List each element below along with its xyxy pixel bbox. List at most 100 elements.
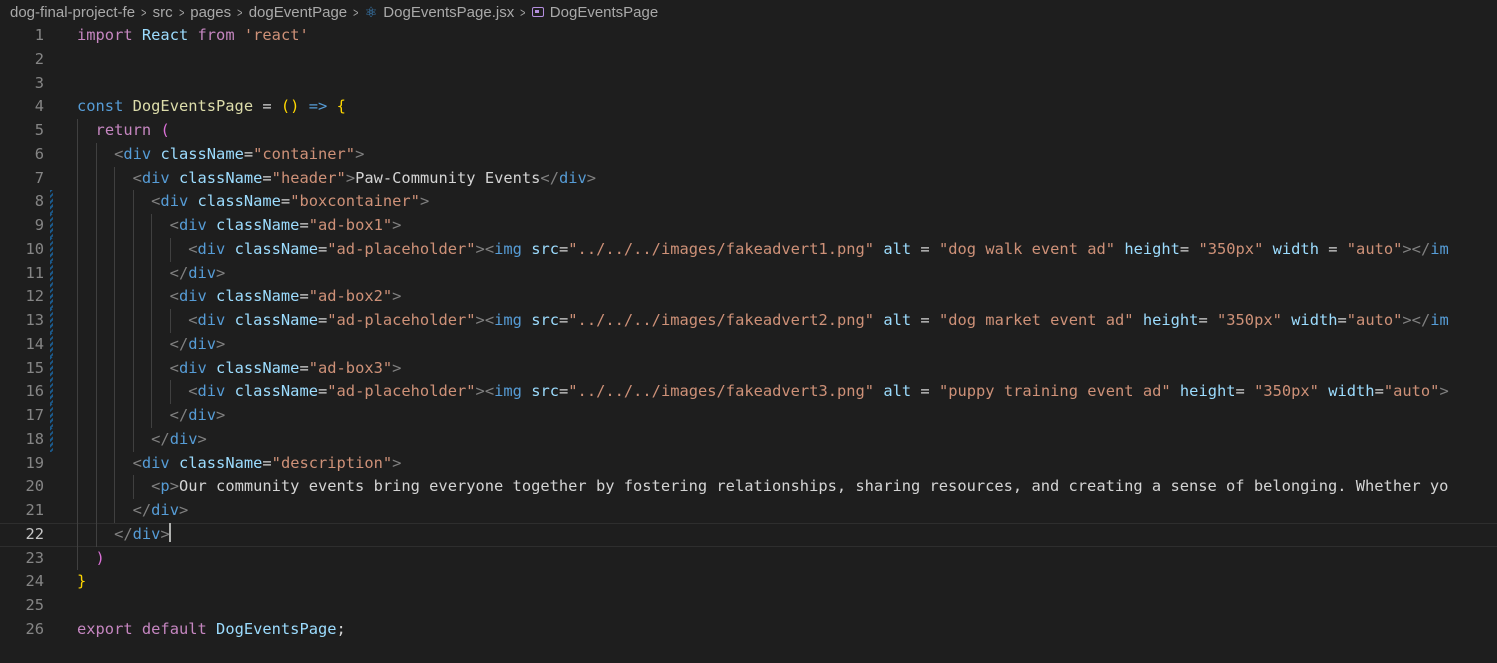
code-editor[interactable]: dog-final-project-fe > src > pages > dog…	[0, 0, 1497, 663]
git-modified-indicator[interactable]	[50, 380, 53, 404]
text-cursor	[168, 522, 171, 542]
code-line[interactable]: 1 import React from 'react'	[0, 24, 1497, 48]
code-text: </div>	[77, 404, 226, 428]
git-modified-indicator[interactable]	[50, 214, 53, 238]
code-line[interactable]: 25	[0, 594, 1497, 618]
code-token: </	[1411, 239, 1431, 258]
code-line[interactable]: 9 <div className="ad-box1">	[0, 214, 1497, 238]
code-token: div	[151, 501, 179, 519]
code-line[interactable]: 14 </div>	[0, 332, 1497, 357]
code-text: </div>	[77, 333, 226, 357]
code-line[interactable]: 17 </div>	[0, 404, 1497, 428]
code-text: export default DogEventsPage;	[77, 618, 346, 642]
code-line[interactable]: 13 <div className="ad-placeholder"><img …	[0, 309, 1497, 333]
code-line[interactable]: 7 <div className="header">Paw-Community …	[0, 166, 1497, 191]
git-modified-indicator[interactable]	[50, 309, 53, 333]
code-token: src	[531, 311, 559, 329]
code-token: DogEventsPage	[132, 97, 254, 116]
line-number: 24	[25, 572, 44, 591]
git-modified-indicator[interactable]	[50, 356, 53, 381]
code-line[interactable]: 4 const DogEventsPage = () => {	[0, 95, 1497, 119]
git-modified-indicator[interactable]	[50, 285, 53, 309]
symbol-variable-icon	[531, 7, 544, 17]
code-line[interactable]: 23 )	[0, 546, 1497, 571]
code-token: p	[160, 477, 170, 496]
line-number: 9	[34, 216, 44, 234]
code-token: ()	[280, 97, 300, 116]
code-line[interactable]: 21 </div>	[0, 499, 1497, 523]
code-line[interactable]: 19 <div className="description">	[0, 451, 1497, 476]
code-text: <div className="ad-placeholder"><img src…	[77, 380, 1449, 404]
code-token: =	[1198, 311, 1217, 329]
git-modified-indicator[interactable]	[50, 404, 53, 428]
code-line[interactable]: 2	[0, 48, 1497, 72]
breadcrumb-symbol[interactable]: DogEventsPage	[550, 4, 658, 21]
code-token: >	[216, 263, 226, 282]
code-token: "auto"	[1383, 382, 1440, 401]
code-line[interactable]: 26 export default DogEventsPage;	[0, 618, 1497, 642]
code-line[interactable]: 11 </div>	[0, 261, 1497, 286]
git-modified-indicator[interactable]	[50, 190, 53, 214]
breadcrumb: dog-final-project-fe > src > pages > dog…	[0, 0, 1497, 24]
code-text: <div className="boxcontainer">	[77, 190, 429, 214]
code-line[interactable]: 8 <div className="boxcontainer">	[0, 190, 1497, 214]
code-token: =	[317, 311, 328, 329]
code-token: className	[234, 382, 318, 401]
code-line[interactable]: 12 <div className="ad-box2">	[0, 285, 1497, 309]
breadcrumb-file[interactable]: DogEventsPage.jsx	[383, 4, 514, 21]
code-token: "ad-placeholder"	[327, 382, 476, 401]
code-token: "350px"	[1198, 239, 1264, 258]
line-number: 19	[25, 453, 44, 472]
breadcrumb-project[interactable]: dog-final-project-fe	[10, 4, 135, 21]
chevron-right-icon: >	[520, 4, 526, 20]
code-area[interactable]: 1 import React from 'react' 2 3 4 const DogEv…	[0, 24, 1497, 642]
code-token: className	[234, 239, 318, 258]
code-line[interactable]: 5 return (	[0, 119, 1497, 143]
code-token: >	[475, 239, 485, 258]
code-token: >	[355, 144, 365, 163]
code-line[interactable]: 6 <div className="container">	[0, 142, 1497, 167]
code-token: >	[475, 311, 485, 329]
code-line[interactable]: 3	[0, 72, 1497, 96]
code-token: im	[1430, 239, 1449, 258]
git-modified-indicator[interactable]	[50, 237, 53, 262]
code-token: div	[132, 524, 161, 543]
code-token: "../../../images/fakeadvert2.png"	[568, 311, 875, 329]
code-token: =	[317, 239, 328, 258]
code-line[interactable]: 16 <div className="ad-placeholder"><img …	[0, 380, 1497, 404]
code-line[interactable]: 10 <div className="ad-placeholder"><img …	[0, 237, 1497, 262]
line-number: 15	[25, 358, 44, 377]
breadcrumb-src[interactable]: src	[153, 4, 173, 21]
code-token: className	[160, 144, 244, 163]
git-modified-indicator[interactable]	[50, 427, 53, 452]
code-line[interactable]: 24}	[0, 570, 1497, 594]
code-text: <div className="container">	[77, 143, 364, 167]
code-token: >	[392, 453, 402, 472]
code-text: <div className="ad-box3">	[77, 357, 402, 381]
code-line[interactable]: 15 <div className="ad-box3">	[0, 356, 1497, 381]
code-text: <div className="header">Paw-Community Ev…	[77, 167, 596, 191]
code-line[interactable]: 20 <p>Our community events bring everyon…	[0, 475, 1497, 499]
breadcrumb-pages[interactable]: pages	[190, 4, 231, 21]
breadcrumb-folder[interactable]: dogEventPage	[249, 4, 347, 21]
code-token: >	[345, 168, 356, 187]
git-modified-indicator[interactable]	[50, 332, 53, 357]
line-number: 5	[34, 121, 44, 139]
code-token: height	[1124, 239, 1180, 258]
code-line[interactable]: 22 </div>	[0, 522, 1497, 547]
code-token: =	[1235, 382, 1255, 401]
code-line[interactable]: 18 </div>	[0, 427, 1497, 452]
git-modified-indicator[interactable]	[50, 261, 53, 286]
line-number: 12	[25, 287, 44, 306]
